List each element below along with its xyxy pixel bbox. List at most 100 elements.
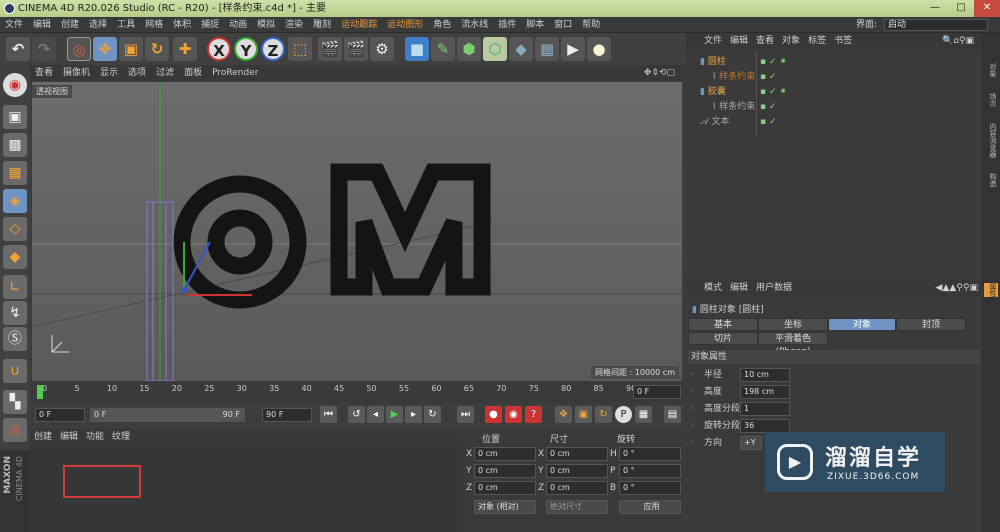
menu-help[interactable]: 帮助: [577, 17, 605, 33]
attr-menu-edit[interactable]: 编辑: [726, 280, 752, 296]
menu-volume[interactable]: 体积: [168, 17, 196, 33]
vp-menu-filter[interactable]: 过滤: [151, 65, 179, 81]
tweak-icon[interactable]: ↯: [3, 301, 27, 325]
coordinate-system-icon[interactable]: ⬚: [288, 37, 312, 61]
floor-icon[interactable]: ▦: [535, 37, 559, 61]
close-button[interactable]: ✕: [974, 0, 1000, 17]
obj-menu-tags[interactable]: 标签: [804, 33, 830, 49]
anim-dot-icon[interactable]: ◦: [690, 402, 695, 417]
rotate-icon[interactable]: ↻: [145, 37, 169, 61]
workplane-icon[interactable]: ▦: [3, 161, 27, 185]
menu-create[interactable]: 创建: [56, 17, 84, 33]
rotation-segments-field[interactable]: 36: [740, 419, 790, 433]
z-axis-toggle[interactable]: Z: [261, 37, 285, 61]
menu-snap[interactable]: 捕捉: [196, 17, 224, 33]
maximize-button[interactable]: □: [948, 0, 974, 17]
mat-menu-edit[interactable]: 编辑: [56, 429, 82, 445]
menu-mesh[interactable]: 网格: [140, 17, 168, 33]
render-view-icon[interactable]: 🎬: [318, 37, 342, 61]
prev-key-icon[interactable]: ↺: [348, 406, 365, 423]
start-frame-field[interactable]: 0 F: [35, 408, 85, 422]
menu-select[interactable]: 选择: [84, 17, 112, 33]
obj-menu-bookmarks[interactable]: 书签: [830, 33, 856, 49]
pen-icon[interactable]: ✎: [431, 37, 455, 61]
edge-mode-icon[interactable]: ◇: [3, 217, 27, 241]
height-segments-field[interactable]: 1: [740, 402, 790, 416]
menu-motion-tracker[interactable]: 运动跟踪: [336, 17, 382, 33]
mat-menu-create[interactable]: 创建: [30, 429, 56, 445]
goto-end-icon[interactable]: ⏭: [457, 406, 474, 423]
size-z-field[interactable]: 0 cm: [546, 481, 608, 495]
attr-menu-mode[interactable]: 模式: [700, 280, 726, 296]
key-position-icon[interactable]: ✥: [555, 406, 572, 423]
subdivision-icon[interactable]: ⬢: [457, 37, 481, 61]
tab-caps[interactable]: 封顶: [896, 318, 966, 331]
side-tab-attributes[interactable]: 属性: [984, 283, 998, 297]
goto-start-icon[interactable]: ⏮: [320, 406, 337, 423]
vp-menu-view[interactable]: 查看: [30, 65, 58, 81]
rot-p-field[interactable]: 0 °: [619, 464, 681, 478]
y-axis-toggle[interactable]: Y: [234, 37, 258, 61]
menu-animate[interactable]: 动画: [224, 17, 252, 33]
tab-basic[interactable]: 基本: [688, 318, 758, 331]
menu-pipeline[interactable]: 流水线: [456, 17, 493, 33]
cube-icon[interactable]: ■: [405, 37, 429, 61]
menu-edit[interactable]: 编辑: [28, 17, 56, 33]
undo-icon[interactable]: ↶: [6, 37, 30, 61]
model-mode-icon[interactable]: ▣: [3, 105, 27, 129]
auto-key-icon[interactable]: ◉: [505, 406, 522, 423]
deformer-icon[interactable]: ◆: [509, 37, 533, 61]
object-row[interactable]: ⌇ 样条约束 ▪ ✓: [686, 70, 982, 85]
scale-icon[interactable]: ▣: [119, 37, 143, 61]
recent-tools-icon[interactable]: ✚: [173, 37, 197, 61]
obj-menu-view[interactable]: 查看: [752, 33, 778, 49]
radius-field[interactable]: 10 cm: [740, 368, 790, 382]
render-settings-icon[interactable]: ⚙: [370, 37, 394, 61]
menu-render[interactable]: 渲染: [280, 17, 308, 33]
menu-sculpt[interactable]: 雕刻: [308, 17, 336, 33]
polygon-mode-icon[interactable]: ◆: [3, 245, 27, 269]
tab-object[interactable]: 对象: [828, 318, 896, 331]
prev-frame-icon[interactable]: ◂: [367, 406, 384, 423]
coord-mode-select[interactable]: 对象 (相对): [474, 500, 536, 514]
timeline-ruler[interactable]: 0 5 10 15 20 25 30 35 40 45 50 55 60 65 70 75 80 85 90 0 F: [30, 381, 684, 403]
object-row[interactable]: 𝒜 文本 ▪ ✓: [686, 115, 982, 130]
anim-dot-icon[interactable]: ◦: [690, 419, 695, 434]
visibility-checks-icon[interactable]: ▪ ✓ ⁕: [760, 85, 787, 100]
tab-coord[interactable]: 坐标: [758, 318, 828, 331]
move-icon[interactable]: ✥: [93, 37, 117, 61]
menu-window[interactable]: 窗口: [549, 17, 577, 33]
attr-nav-icon[interactable]: ◀▲▲⚲⚲▣: [936, 280, 978, 296]
tab-slice[interactable]: 切片: [688, 332, 758, 345]
vp-menu-options[interactable]: 选项: [123, 65, 151, 81]
array-icon[interactable]: ⬡: [483, 37, 507, 61]
anim-dot-icon[interactable]: ◦: [690, 385, 695, 400]
end-frame-field[interactable]: 90 F: [262, 408, 312, 422]
key-pla-icon[interactable]: ▦: [635, 406, 652, 423]
menu-character[interactable]: 角色: [428, 17, 456, 33]
timeline-end-field[interactable]: 0 F: [633, 385, 681, 399]
material-area[interactable]: [30, 445, 462, 532]
next-key-icon[interactable]: ↻: [424, 406, 441, 423]
vp-menu-camera[interactable]: 摄像机: [58, 65, 95, 81]
redo-icon[interactable]: ↷: [32, 37, 56, 61]
size-mode-select[interactable]: 绝对尺寸: [546, 500, 608, 514]
axis-icon[interactable]: ∟: [3, 275, 27, 299]
menu-plugins[interactable]: 插件: [493, 17, 521, 33]
pos-x-field[interactable]: 0 cm: [474, 447, 536, 461]
make-editable-icon[interactable]: ◉: [3, 73, 27, 97]
magnet-icon[interactable]: ∪: [3, 359, 27, 383]
apply-button[interactable]: 应用: [619, 500, 681, 514]
minimize-button[interactable]: —: [922, 0, 948, 17]
next-frame-icon[interactable]: ▸: [405, 406, 422, 423]
object-row[interactable]: ▮ 圆柱 ▪ ✓ ⁕: [686, 55, 982, 70]
attr-menu-userdata[interactable]: 用户数据: [752, 280, 796, 296]
obj-menu-edit[interactable]: 编辑: [726, 33, 752, 49]
size-x-field[interactable]: 0 cm: [546, 447, 608, 461]
record-icon[interactable]: ●: [485, 406, 502, 423]
side-tab-content-browser[interactable]: 内容浏览器: [984, 123, 998, 158]
side-tab-structure[interactable]: 构造: [984, 173, 998, 187]
menu-tools[interactable]: 工具: [112, 17, 140, 33]
anim-dot-icon[interactable]: ◦: [690, 436, 695, 451]
point-mode-icon[interactable]: ◈: [3, 189, 27, 213]
